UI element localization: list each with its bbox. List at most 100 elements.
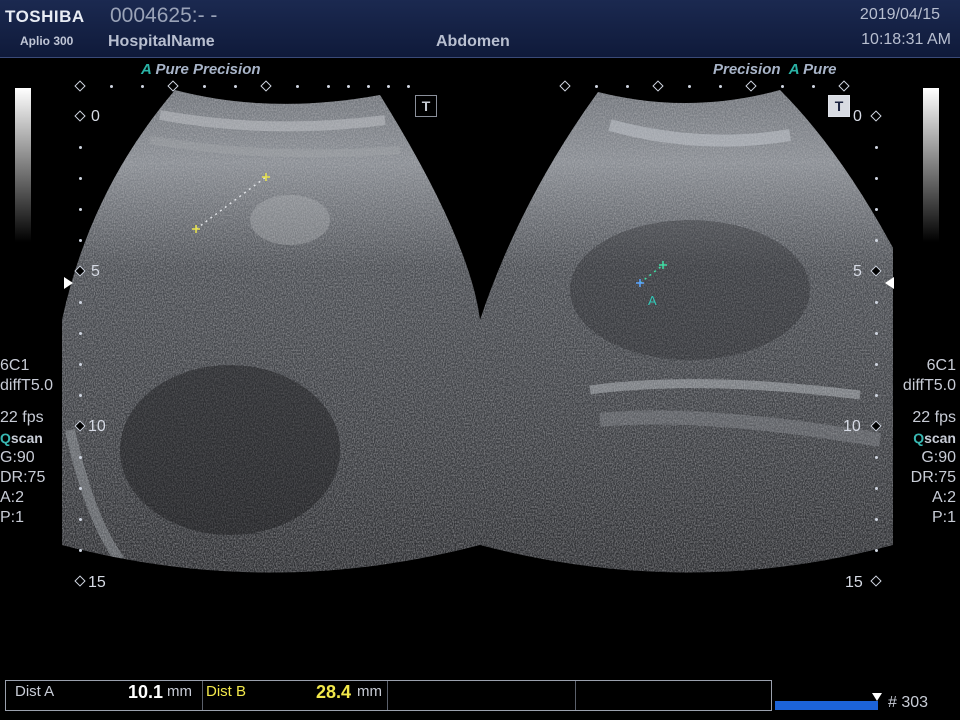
depth-minor-mark [79,549,82,552]
caliper-label: A [648,293,657,308]
exam-date: 2019/04/15 [859,6,940,23]
preset-name: diffT5.0 [0,377,54,394]
probe-name: 6C1 [0,357,30,374]
ruler-minor-mark [387,85,390,88]
qscan-label: Qscan [913,430,956,446]
right-sector-image [480,90,893,573]
depth-minor-mark [875,518,878,521]
depth-minor-mark [79,208,82,211]
ruler-minor-mark [327,85,330,88]
depth-5-right: 5 [853,263,862,280]
a-value: A:2 [931,489,956,506]
depth-0-left: 0 [91,108,100,125]
measurement-empty-1 [387,681,576,710]
depth-minor-mark [875,146,878,149]
t-marker-left[interactable]: T [415,95,437,117]
depth-minor-mark [875,239,878,242]
depth-minor-mark [79,301,82,304]
left-mode-label: A Pure Precision [141,61,261,78]
patient-id: 0004625:- - [110,4,218,27]
frame-rate: 22 fps [0,409,44,426]
depth-10-left: 10 [88,418,106,435]
preset-name: diffT5.0 [902,377,956,394]
dist-a-label: Dist A [15,683,55,700]
ruler-minor-mark [347,85,350,88]
dynamic-range-value: DR:75 [0,469,46,486]
ruler-minor-mark [234,85,237,88]
measurement-dist-b[interactable]: Dist B 28.4 mm [202,681,388,710]
cine-pointer[interactable] [872,693,882,701]
ruler-minor-mark [812,85,815,88]
frame-rate: 22 fps [912,409,956,426]
t-marker-right[interactable]: T [828,95,850,117]
grayscale-bar-right [923,88,939,242]
grayscale-bar-left [15,88,31,242]
left-sector-image [62,90,480,573]
dist-b-label: Dist B [206,683,247,700]
depth-minor-mark [875,332,878,335]
ruler-minor-mark [595,85,598,88]
left-parameters: 6C1 diffT5.0 22 fps Qscan G:90 DR:75 A:2… [0,356,53,528]
measurement-panel: Dist A 10.1 mm Dist B 28.4 mm [5,680,772,711]
depth-minor-mark [875,177,878,180]
ruler-minor-mark [203,85,206,88]
dist-b-value: 28.4 [316,682,352,702]
dist-b-unit: mm [357,683,382,700]
cine-progress-bar[interactable] [775,701,878,710]
focus-marker-left[interactable] [64,277,73,289]
a-value: A:2 [0,489,25,506]
depth-minor-mark [79,363,82,366]
depth-minor-mark [79,456,82,459]
depth-minor-mark [79,239,82,242]
gain-value: G:90 [0,449,35,466]
depth-minor-mark [79,487,82,490]
depth-5-left: 5 [91,263,100,280]
depth-minor-mark [79,146,82,149]
depth-minor-mark [79,177,82,180]
cine-frame-number: # 303 [888,694,929,711]
brand-logo: TOSHIBA [5,7,85,26]
p-value: P:1 [931,509,956,526]
depth-minor-mark [79,394,82,397]
depth-minor-mark [875,208,878,211]
ruler-minor-mark [719,85,722,88]
exam-time: 10:18:31 AM [861,31,951,48]
p-value: P:1 [0,509,25,526]
ultrasound-dual-view [62,90,893,573]
depth-minor-mark [875,456,878,459]
ruler-minor-mark [407,85,410,88]
ruler-minor-mark [781,85,784,88]
measurement-empty-2 [575,681,771,710]
qscan-label: Qscan [0,430,43,446]
gain-value: G:90 [921,449,956,466]
ruler-minor-mark [110,85,113,88]
ruler-minor-mark [626,85,629,88]
header-bar: TOSHIBA Aplio 300 0004625:- - HospitalNa… [0,0,960,58]
system-model: Aplio 300 [20,34,74,48]
exam-type: Abdomen [436,33,510,50]
dist-a-unit: mm [167,683,192,700]
ruler-minor-mark [688,85,691,88]
depth-minor-mark [79,332,82,335]
depth-10-right: 10 [843,418,861,435]
depth-minor-mark [875,301,878,304]
hospital-name: HospitalName [108,33,215,50]
measurement-dist-a[interactable]: Dist A 10.1 mm [6,681,203,710]
depth-15-right: 15 [845,574,863,591]
ruler-minor-mark [141,85,144,88]
focus-marker-right[interactable] [885,277,894,289]
dist-a-value: 10.1 [128,682,164,702]
depth-minor-mark [875,487,878,490]
ruler-minor-mark [296,85,299,88]
dynamic-range-value: DR:75 [910,469,956,486]
depth-minor-mark [79,518,82,521]
right-parameters: 6C1 diffT5.0 22 fps Qscan G:90 DR:75 A:2… [903,356,956,528]
right-mode-label: Precision A Pure [713,61,837,78]
depth-minor-mark [875,549,878,552]
depth-minor-mark [875,363,878,366]
depth-minor-mark [875,394,878,397]
depth-15-left: 15 [88,574,106,591]
depth-0-right: 0 [853,108,862,125]
ruler-minor-mark [367,85,370,88]
probe-name: 6C1 [926,357,956,374]
